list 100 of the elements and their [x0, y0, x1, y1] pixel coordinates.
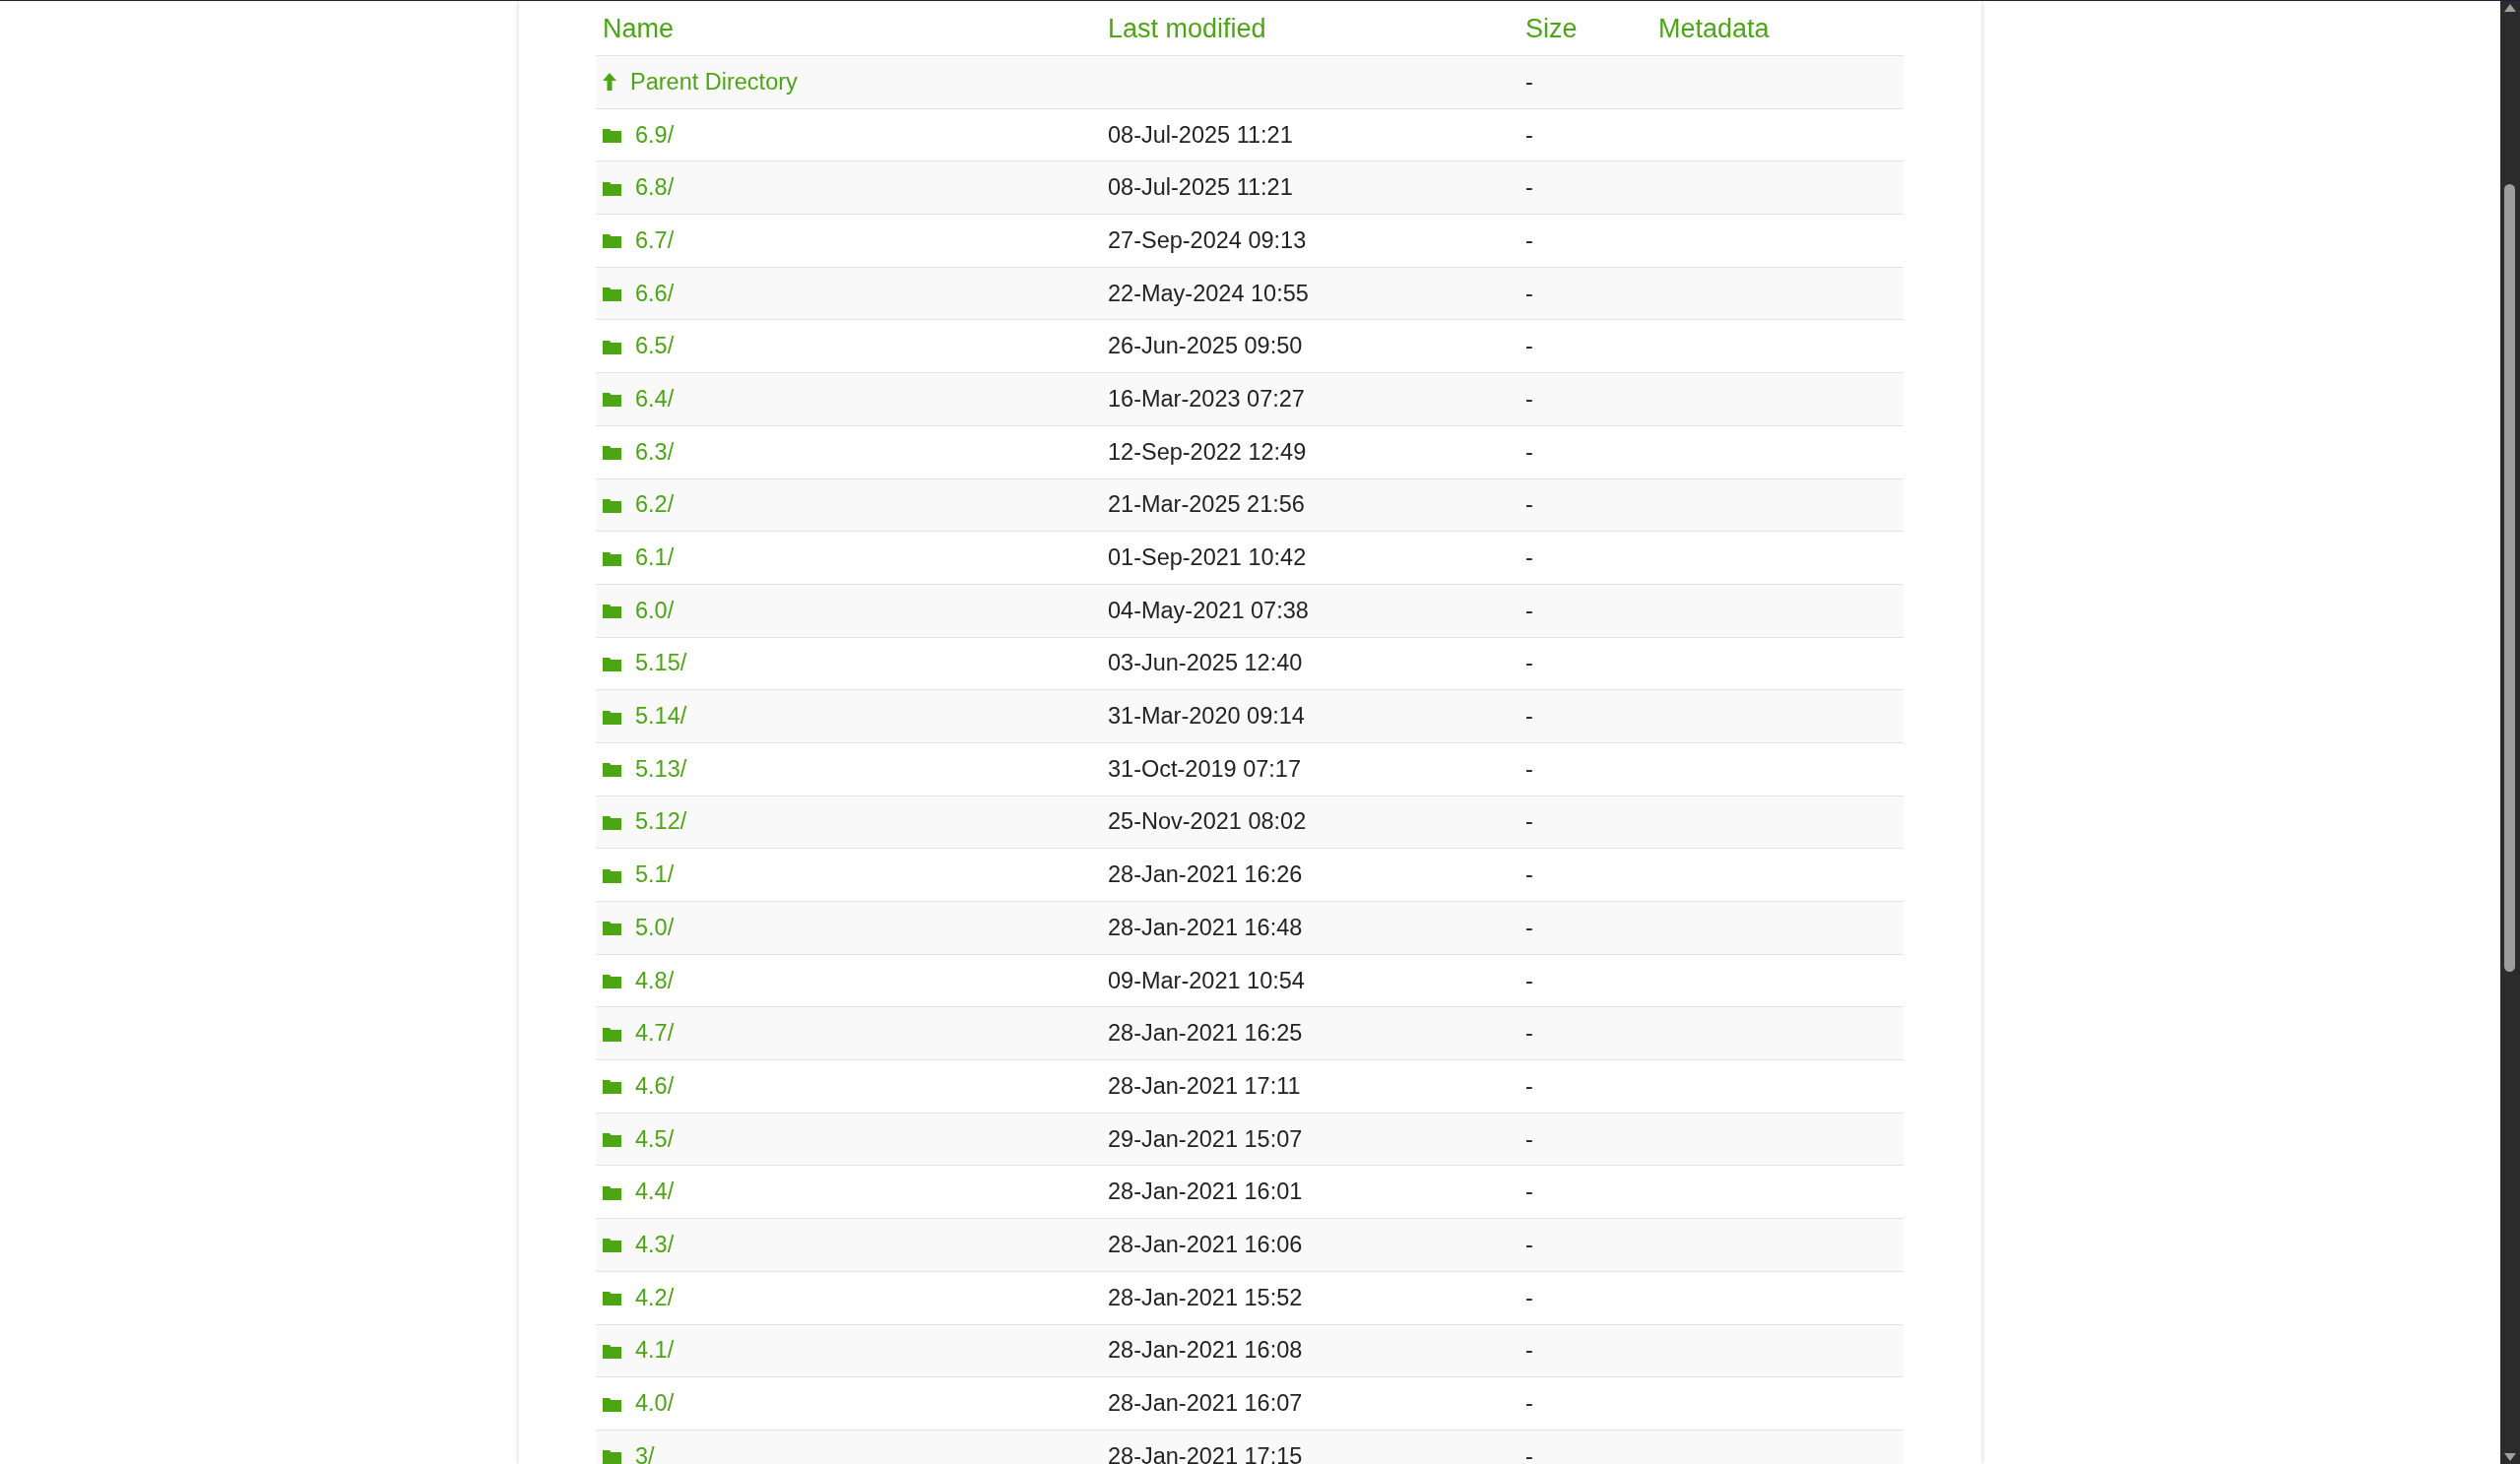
file-size: -	[1525, 914, 1534, 941]
file-size: -	[1525, 1442, 1534, 1464]
modified-date: 28-Jan-2021 17:15	[1108, 1442, 1304, 1464]
file-size: -	[1525, 121, 1534, 149]
modified-date: 09-Mar-2021 10:54	[1108, 967, 1306, 994]
folder-link[interactable]: 3/	[635, 1442, 655, 1464]
folder-link[interactable]: 4.2/	[635, 1284, 675, 1311]
modified-date: 16-Mar-2023 07:27	[1108, 385, 1306, 413]
column-header[interactable]: Metadata	[1658, 14, 1904, 44]
file-size: -	[1525, 1390, 1534, 1418]
file-size: -	[1525, 174, 1534, 202]
modified-date: 28-Jan-2021 16:25	[1108, 1020, 1304, 1048]
folder-icon	[603, 1290, 621, 1306]
scrollbar-thumb[interactable]	[2504, 184, 2515, 972]
file-size: -	[1525, 1072, 1534, 1100]
modified-date: 21-Mar-2025 21:56	[1108, 491, 1306, 519]
file-size: -	[1525, 1178, 1534, 1206]
file-size: -	[1525, 280, 1534, 307]
folder-icon	[603, 179, 621, 196]
modified-date: 12-Sep-2022 12:49	[1108, 438, 1308, 466]
folder-link[interactable]: 5.15/	[635, 650, 687, 677]
file-size: -	[1525, 597, 1534, 624]
scrollbar[interactable]	[2500, 1, 2520, 1464]
up-arrow-icon	[603, 73, 616, 92]
folder-icon	[603, 1183, 621, 1200]
folder-link[interactable]: 5.0/	[635, 914, 675, 941]
folder-icon	[603, 391, 621, 408]
folder-icon	[603, 232, 621, 249]
folder-link[interactable]: 6.5/	[635, 333, 675, 360]
folder-link[interactable]: 5.13/	[635, 755, 687, 783]
folder-icon	[603, 920, 621, 936]
folder-link[interactable]: 4.6/	[635, 1072, 675, 1100]
folder-link[interactable]: 4.7/	[635, 1020, 675, 1048]
folder-link[interactable]: 6.3/	[635, 438, 675, 466]
folder-icon	[603, 286, 621, 302]
folder-icon	[603, 813, 621, 830]
scroll-down-icon[interactable]	[2504, 1453, 2516, 1461]
file-size: -	[1525, 650, 1534, 677]
folder-icon	[603, 1237, 621, 1253]
folder-link[interactable]: 4.0/	[635, 1390, 675, 1418]
folder-icon	[603, 127, 621, 144]
folder-icon	[603, 1342, 621, 1359]
modified-date: 28-Jan-2021 16:26	[1108, 861, 1304, 889]
folder-link[interactable]: 6.1/	[635, 544, 675, 572]
folder-icon	[603, 549, 621, 566]
folder-link[interactable]: 6.0/	[635, 597, 675, 624]
folder-link[interactable]: 4.1/	[635, 1337, 675, 1365]
folder-link[interactable]: 5.12/	[635, 808, 687, 836]
folder-icon	[603, 708, 621, 725]
file-size: -	[1525, 333, 1534, 360]
modified-date: 08-Jul-2025 11:21	[1108, 174, 1294, 202]
modified-date: 27-Sep-2024 09:13	[1108, 226, 1308, 254]
file-size: -	[1525, 755, 1534, 783]
modified-date: 28-Jan-2021 16:06	[1108, 1231, 1304, 1258]
file-size: -	[1525, 1125, 1534, 1153]
folder-icon	[603, 761, 621, 778]
modified-date: 25-Nov-2021 08:02	[1108, 808, 1308, 836]
folder-icon	[603, 1131, 621, 1148]
folder-link[interactable]: 6.9/	[635, 121, 675, 149]
folder-link[interactable]: 5.1/	[635, 861, 675, 889]
folder-icon	[603, 1078, 621, 1095]
folder-icon	[603, 1448, 621, 1464]
folder-icon	[603, 444, 621, 461]
file-size: -	[1525, 861, 1534, 889]
modified-date: 01-Sep-2021 10:42	[1108, 544, 1308, 572]
modified-date: 28-Jan-2021 16:01	[1108, 1178, 1304, 1206]
modified-date: 31-Mar-2020 09:14	[1108, 703, 1306, 731]
modified-date: 28-Jan-2021 15:52	[1108, 1284, 1304, 1311]
scroll-up-icon[interactable]	[2504, 4, 2516, 12]
file-size: -	[1525, 491, 1534, 519]
file-size: -	[1525, 967, 1534, 994]
modified-date: 03-Jun-2025 12:40	[1108, 650, 1304, 677]
folder-icon	[603, 1025, 621, 1042]
file-size: -	[1525, 385, 1534, 413]
file-size: -	[1525, 1337, 1534, 1365]
folder-icon	[603, 1395, 621, 1412]
folder-link[interactable]: 6.6/	[635, 280, 675, 307]
modified-date: 22-May-2024 10:55	[1108, 280, 1310, 307]
parent-directory-link[interactable]: Parent Directory	[630, 68, 798, 95]
modified-date: 08-Jul-2025 11:21	[1108, 121, 1294, 149]
column-header[interactable]: Size	[1525, 14, 1658, 44]
folder-link[interactable]: 6.8/	[635, 174, 675, 202]
modified-date: 04-May-2021 07:38	[1108, 597, 1310, 624]
folder-link[interactable]: 4.3/	[635, 1231, 675, 1258]
modified-date: 28-Jan-2021 17:11	[1108, 1072, 1302, 1100]
column-header[interactable]: Name	[603, 14, 1108, 44]
folder-link[interactable]: 6.7/	[635, 226, 675, 254]
file-size: -	[1525, 808, 1534, 836]
folder-link[interactable]: 4.4/	[635, 1178, 675, 1206]
file-size: -	[1525, 226, 1534, 254]
folder-link[interactable]: 6.4/	[635, 385, 675, 413]
folder-link[interactable]: 4.8/	[635, 967, 675, 994]
folder-link[interactable]: 5.14/	[635, 703, 687, 731]
column-header[interactable]: Last modified	[1108, 14, 1525, 44]
folder-link[interactable]: 6.2/	[635, 491, 675, 519]
folder-link[interactable]: 4.5/	[635, 1125, 675, 1153]
modified-date: 26-Jun-2025 09:50	[1108, 333, 1304, 360]
file-size: -	[1525, 1020, 1534, 1048]
modified-date: 29-Jan-2021 15:07	[1108, 1125, 1304, 1153]
folder-icon	[603, 496, 621, 513]
